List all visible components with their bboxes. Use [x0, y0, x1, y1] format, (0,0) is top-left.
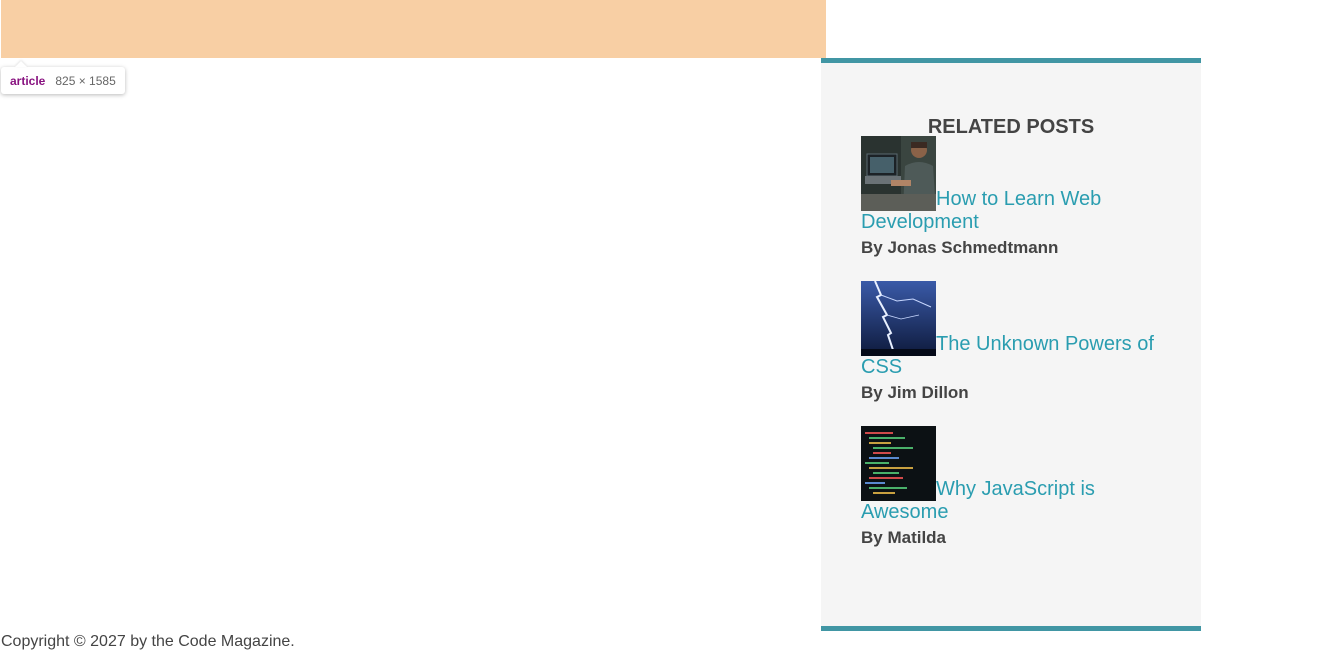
tooltip-dimensions: 825 × 1585: [55, 73, 116, 88]
tooltip-tag-name: article: [10, 73, 46, 88]
lightning-thumbnail[interactable]: [861, 281, 936, 356]
devtools-inspect-tooltip: article 825 × 1585: [1, 67, 125, 94]
related-post-item: How to Learn Web Development By Jonas Sc…: [861, 136, 1161, 258]
related-post-item: Why JavaScript is Awesome By Matilda: [861, 426, 1161, 548]
footer-copyright: Copyright © 2027 by the Code Magazine.: [1, 633, 295, 650]
post-author: By Matilda: [861, 528, 947, 547]
related-post-item: The Unknown Powers of CSS By Jim Dillon: [861, 281, 1161, 403]
related-posts-sidebar: RELATED POSTS How to Learn Web Developme…: [821, 58, 1201, 631]
code-screen-thumbnail[interactable]: [861, 426, 936, 501]
article-highlight-overlay: [1, 0, 826, 58]
laptop-coder-thumbnail[interactable]: [861, 136, 936, 211]
post-author: By Jim Dillon: [861, 383, 969, 402]
post-author: By Jonas Schmedtmann: [861, 238, 1059, 257]
